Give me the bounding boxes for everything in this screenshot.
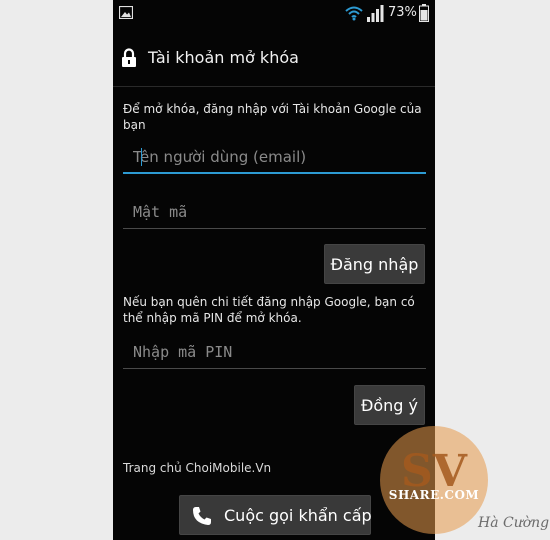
pin-underline xyxy=(123,368,426,369)
title-divider xyxy=(113,86,435,87)
signal-icon xyxy=(367,5,384,22)
text-cursor xyxy=(141,148,142,166)
title-bar: Tài khoản mở khóa xyxy=(113,42,435,76)
login-instruction: Để mở khóa, đăng nhập với Tài khoản Goog… xyxy=(123,102,422,132)
phone-icon xyxy=(193,507,211,525)
battery-icon xyxy=(419,4,429,22)
pin-input[interactable] xyxy=(123,339,426,365)
page-title: Tài khoản mở khóa xyxy=(148,48,299,67)
home-link[interactable]: Trang chủ ChoiMobile.Vn xyxy=(123,461,271,475)
status-bar: 73% xyxy=(113,0,435,28)
lock-icon xyxy=(122,48,136,67)
pin-field[interactable] xyxy=(123,339,426,369)
password-field[interactable] xyxy=(123,199,426,229)
watermark-site-text: SHARE.COM xyxy=(388,488,480,502)
login-button[interactable]: Đăng nhập xyxy=(324,244,425,284)
pin-instruction: Nếu bạn quên chi tiết đăng nhập Google, … xyxy=(123,295,415,325)
watermark-logo: SV SHARE.COM xyxy=(380,416,488,536)
gallery-icon xyxy=(119,6,133,19)
password-underline xyxy=(123,228,426,229)
watermark-signature: Hà Cường xyxy=(478,515,550,531)
username-input[interactable] xyxy=(123,144,426,170)
password-input[interactable] xyxy=(123,199,426,225)
battery-percentage: 73% xyxy=(388,5,417,20)
username-underline xyxy=(123,172,426,174)
wifi-icon xyxy=(345,6,363,21)
emergency-call-button[interactable]: Cuộc gọi khẩn cấp xyxy=(179,495,372,535)
username-field[interactable] xyxy=(123,144,426,174)
emergency-call-label: Cuộc gọi khẩn cấp xyxy=(224,506,372,525)
